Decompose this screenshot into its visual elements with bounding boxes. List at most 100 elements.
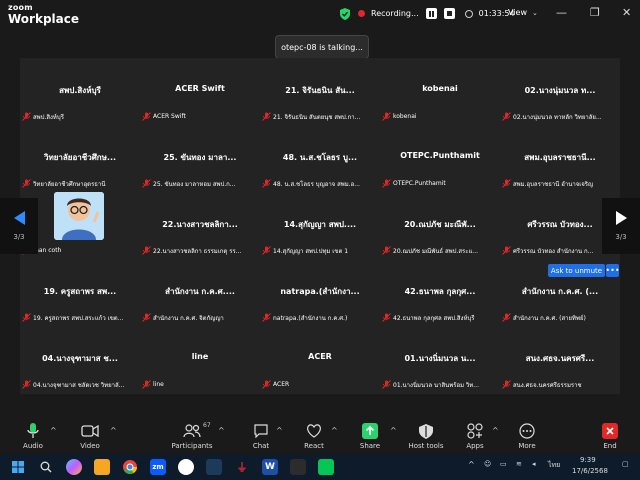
wifi-icon[interactable]: ≋ (516, 460, 522, 468)
participant-tile[interactable]: สนง.ศธจ.นครศรี... สนง.ศธจ.นครศรีธรรมราช (500, 326, 620, 393)
ask-to-unmute-button[interactable]: Ask to unmute (548, 264, 605, 277)
video-options-caret[interactable]: ^ (110, 426, 117, 435)
audio-options-caret[interactable]: ^ (50, 426, 57, 435)
notepad-icon[interactable] (290, 459, 306, 475)
notification-bell-icon[interactable]: ▢ (622, 460, 629, 468)
mic-muted-icon (262, 380, 271, 389)
share-button[interactable]: Share (345, 423, 395, 450)
chrome-icon[interactable] (122, 459, 138, 475)
participant-tile[interactable]: 42.ธนาพล กุลกุศ... 42.ธนาพล กุลกุศล สพป.ส… (380, 259, 500, 326)
participant-tile[interactable]: line line (140, 326, 260, 393)
line-app-icon[interactable] (318, 459, 334, 475)
pdf-reader-icon[interactable]: ⏚ (234, 459, 250, 475)
mic-muted-icon (502, 246, 511, 255)
next-page-button[interactable]: 3/3 (602, 198, 640, 254)
participant-tile[interactable]: kobenai kobenai (380, 58, 500, 125)
participant-tile[interactable]: natrapa.(สำนักงา... natrapa.(สำนักงาน ก.ค… (260, 259, 380, 326)
participant-tile[interactable]: 19. ครูสถาพร สพ... 19. ครูสถาพร สพป.สระแก… (20, 259, 140, 326)
participant-full-name: 04.นางจุฑามาส ชลัดเวช วิทยาลั... (33, 381, 125, 389)
participant-full-name: 20.ณปภัช มณีพันธ์ สพป.สระแ... (393, 247, 479, 255)
close-icon[interactable]: ✕ (622, 6, 631, 19)
participant-full-name: สำนักงาน ก.ค.ศ. จิตกัญญา (153, 314, 224, 322)
participant-tile[interactable]: 21. จิรันธนิน สัน... 21. จิรันธนิน สันตยน… (260, 58, 380, 125)
participant-tile[interactable]: วิทยาลัยอาชีวศึกษ... วิทยาลัยอาชีวศึกษาอุ… (20, 125, 140, 192)
audio-label: Audio (23, 442, 43, 450)
recording-indicator: Recording... 01:33:54 (340, 5, 515, 22)
video-button[interactable]: Video (65, 423, 115, 450)
participant-tile[interactable]: สำนักงาน ก.ค.ศ.... สำนักงาน ก.ค.ศ. จิตกัญ… (140, 259, 260, 326)
zoom-app-icon[interactable]: zm (150, 459, 166, 475)
share-screen-icon (362, 423, 378, 439)
stop-recording-button[interactable] (443, 8, 455, 19)
share-options-caret[interactable]: ^ (390, 426, 397, 435)
participant-label: สำนักงาน ก.ค.ศ. จิตกัญญา (142, 312, 258, 323)
clock-time[interactable]: 9:39 (580, 456, 596, 464)
participant-count: 67 (203, 422, 211, 429)
previous-page-button[interactable]: 3/3 (0, 198, 38, 254)
participant-tile[interactable]: OTEPC.Punthamit OTEPC.Punthamit (380, 125, 500, 192)
participant-label: 19. ครูสถาพร สพป.สระแก้ว เขต... (22, 312, 138, 323)
participant-tile[interactable]: 02.นางนุ่มนวล ท... 02.นางนุ่มนวล ทาหลัก ว… (500, 58, 620, 125)
participant-full-name: สนง.ศธจ.นครศรีธรรมราช (513, 381, 582, 389)
copilot-icon[interactable] (66, 459, 82, 475)
participant-tile[interactable]: 20.ณปภัช มะณีพั... 20.ณปภัช มณีพันธ์ สพป.… (380, 192, 500, 259)
participant-label: 14.สุกัญญา สพป.ปทุม เขต 1 (262, 245, 378, 256)
participant-tile[interactable]: ACER Swift ACER Swift (140, 58, 260, 125)
participant-tile[interactable]: 04.นางจุฑามาส ช... 04.นางจุฑามาส ชลัดเวช … (20, 326, 140, 393)
minimize-icon[interactable]: — (556, 6, 567, 19)
participant-label: 02.นางนุ่มนวล ทาหลัก วิทยาลัย... (502, 111, 618, 122)
video-label: Video (80, 442, 100, 450)
participant-grid: สพป.สิงห์บุรี สพป.สิงห์บุรี ACER Swift ACER… (20, 58, 620, 394)
mic-muted-icon (22, 380, 31, 389)
participant-label: natrapa.(สำนักงาน ก.ค.ศ.) (262, 312, 378, 323)
meeting-toolbar: Audio ^ Video ^ 67 Participants ^ Chat ^… (0, 420, 640, 454)
mic-muted-icon (142, 313, 151, 322)
participant-name: สนง.ศธจ.นครศรี... (525, 354, 595, 363)
participant-tile[interactable]: 01.นางนิ่มนวล น... 01.นางนิ่มนวล นาสินพร้… (380, 326, 500, 393)
participant-tile[interactable]: สพม.อุบลราชธานี... สพม.อุบลราชธานี อำนาจเ… (500, 125, 620, 192)
mic-muted-icon (22, 313, 31, 322)
participant-full-name: 42.ธนาพล กุลกุศล สพป.สิงห์บุรี (393, 314, 475, 322)
speaker-icon[interactable]: ◂ (532, 460, 536, 468)
participant-tile[interactable]: man coth (20, 192, 140, 259)
participant-tile[interactable]: 22.นางสาวชลลิกา... 22.นางสาวชลลิกา ธรรมเก… (140, 192, 260, 259)
tray-chevron-icon[interactable]: ^ (468, 460, 475, 469)
participant-name: 14.สุกัญญา สพป.... (283, 220, 357, 229)
participant-tile[interactable]: 14.สุกัญญา สพป.... 14.สุกัญญา สพป.ปทุม เข… (260, 192, 380, 259)
restore-icon[interactable]: ❐ (590, 6, 600, 19)
more-options-button[interactable]: ••• (605, 264, 620, 277)
apps-options-caret[interactable]: ^ (492, 426, 499, 435)
end-meeting-button[interactable]: End (585, 423, 635, 450)
participants-options-caret[interactable]: ^ (218, 426, 225, 435)
windows-start-icon[interactable] (10, 459, 26, 475)
participant-tile[interactable]: ACER ACER (260, 326, 380, 393)
participant-full-name: 01.นางนิ่มนวล นาสินพร้อม วิท... (393, 381, 479, 389)
file-explorer-icon[interactable] (94, 459, 110, 475)
participants-button[interactable]: 67 Participants (167, 422, 217, 450)
chrome-profile-icon[interactable] (178, 459, 194, 475)
pause-recording-button[interactable] (425, 8, 437, 19)
clock-date[interactable]: 17/6/2568 (572, 467, 608, 475)
react-options-caret[interactable]: ^ (331, 426, 338, 435)
apps-label: Apps (466, 442, 484, 450)
view-button[interactable]: View ⌄ (508, 8, 538, 17)
people-tray-icon[interactable]: ☺ (484, 460, 491, 468)
snipping-tool-icon[interactable] (206, 459, 222, 475)
participant-tile[interactable]: 25. ขันทอง มาลา... 25. ขันทอง มาลาหอม สพป… (140, 125, 260, 192)
page-indicator-right: 3/3 (615, 233, 627, 241)
end-label: End (603, 442, 617, 450)
logo-big-text: Workplace (8, 12, 80, 26)
participant-tile[interactable]: สพป.สิงห์บุรี สพป.สิงห์บุรี (20, 58, 140, 125)
battery-tray-icon[interactable]: ▭ (500, 460, 507, 468)
word-icon[interactable]: W (262, 459, 278, 475)
participants-label: Participants (171, 442, 213, 450)
participant-label: 21. จิรันธนิน สันตยนุช สพป.กา... (262, 111, 378, 122)
host-tools-button[interactable]: Host tools (401, 423, 451, 450)
more-button[interactable]: More (502, 423, 552, 450)
search-icon[interactable] (38, 459, 54, 475)
chat-options-caret[interactable]: ^ (276, 426, 283, 435)
language-indicator[interactable]: ไทย (548, 460, 560, 471)
participant-full-name: 25. ขันทอง มาลาหอม สพป.ก... (153, 180, 236, 188)
participant-label: kobenai (382, 111, 498, 122)
participant-tile[interactable]: 48. น.ส.ชโลธร บู... 48. น.ส.ชโลธร บุญอาจ … (260, 125, 380, 192)
